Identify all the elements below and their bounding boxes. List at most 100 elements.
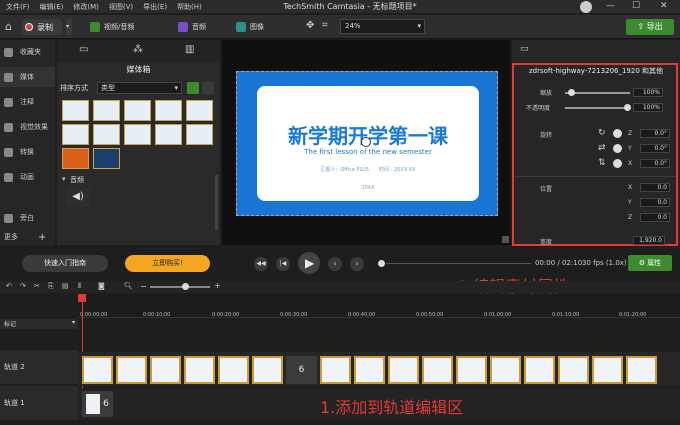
collapse-icon[interactable]: ▾	[62, 175, 66, 183]
media-thumbnail[interactable]	[124, 124, 151, 145]
media-scrollbar[interactable]	[215, 175, 218, 230]
media-thumbnail[interactable]	[62, 148, 89, 169]
clip-group[interactable]: 6	[286, 356, 317, 384]
undo-icon[interactable]: ↶	[6, 282, 12, 290]
crop-tool-icon[interactable]: ⌗	[322, 20, 328, 31]
sort-select[interactable]: 类型 ▾	[97, 82, 182, 94]
timeline-clip[interactable]	[626, 356, 657, 384]
rotate-x-value[interactable]: 0.0°	[640, 159, 670, 168]
pan-tool-icon[interactable]: ✥	[306, 20, 314, 31]
timeline-clip[interactable]	[524, 356, 555, 384]
timeline-clip[interactable]	[116, 356, 147, 384]
record-button[interactable]: 录制	[22, 19, 62, 35]
media-thumbnail[interactable]	[62, 100, 89, 121]
scrubber-track[interactable]	[386, 263, 531, 264]
media-thumbnail[interactable]	[155, 100, 182, 121]
width-value[interactable]: 1,920.0	[633, 236, 665, 245]
media-thumbnail[interactable]	[93, 100, 120, 121]
timeline-zoom-knob[interactable]	[182, 283, 189, 290]
play-button[interactable]: ▶	[298, 252, 320, 274]
close-icon[interactable]: ✕	[660, 1, 668, 11]
rotate-z-value[interactable]: 0.0°	[640, 129, 670, 138]
menu-help[interactable]: 帮助(H)	[177, 2, 202, 12]
sidebar-more-button[interactable]: 更多 +	[0, 230, 55, 244]
track-2-header[interactable]: 轨道 2	[0, 350, 78, 384]
timeline-clip[interactable]	[320, 356, 351, 384]
sidebar-item-favorites[interactable]: 收藏夹	[0, 42, 55, 62]
canvas-grid-icon[interactable]	[502, 236, 509, 243]
copy-icon[interactable]: ⎘	[48, 282, 54, 291]
books-tab-icon[interactable]: ▥	[185, 44, 194, 55]
export-button[interactable]: ⇧ 导出	[626, 19, 674, 35]
timeline-clip[interactable]	[82, 356, 113, 384]
maximize-icon[interactable]: ☐	[632, 1, 640, 11]
media-thumbnail[interactable]	[62, 124, 89, 145]
timeline-clip[interactable]	[490, 356, 521, 384]
timeline-clip[interactable]	[218, 356, 249, 384]
timeline-clip[interactable]	[184, 356, 215, 384]
scale-knob[interactable]	[568, 89, 575, 96]
grid-view-icon[interactable]	[187, 82, 199, 94]
position-y-value[interactable]: 0.0	[640, 198, 670, 207]
zoom-timeline-icon[interactable]: 🔍︎	[124, 282, 133, 290]
properties-button[interactable]: ⚙ 属性	[628, 255, 672, 271]
zoom-in-icon[interactable]: +	[214, 281, 221, 290]
scale-value[interactable]: 100%	[633, 88, 663, 97]
menu-edit[interactable]: 编辑(E)	[40, 2, 64, 12]
media-thumbnail[interactable]	[186, 100, 213, 121]
media-thumbnail[interactable]	[155, 124, 182, 145]
scrubber-knob[interactable]	[378, 260, 385, 267]
prev-frame-icon[interactable]: ‹	[328, 257, 342, 271]
rewind-icon[interactable]: |◀	[276, 257, 290, 271]
user-avatar-icon[interactable]	[580, 1, 592, 13]
snapshot-icon[interactable]: ◙	[98, 282, 105, 290]
timeline-clip[interactable]	[456, 356, 487, 384]
media-tab-icon[interactable]: ▭	[79, 44, 88, 55]
rotate-x-dial[interactable]	[613, 159, 622, 168]
sidebar-item-transitions[interactable]: 转换	[0, 142, 55, 162]
menu-view[interactable]: 视图(V)	[109, 2, 133, 12]
record-dropdown-icon[interactable]: ▾	[66, 19, 72, 35]
sidebar-item-annotations[interactable]: 注释	[0, 92, 55, 112]
position-z-value[interactable]: 0.0	[640, 213, 670, 222]
menu-modify[interactable]: 修改(M)	[73, 2, 99, 12]
cut-icon[interactable]: ✂	[34, 282, 40, 290]
media-thumbnail[interactable]	[93, 124, 120, 145]
rotate-z-dial[interactable]	[613, 129, 622, 138]
timeline-clip[interactable]	[252, 356, 283, 384]
timeline-clip[interactable]	[558, 356, 589, 384]
timeline-ruler[interactable]: 0:00:00;00 0:00:10;00 0:00:20;00 0:00:30…	[78, 294, 680, 318]
rotate-y-dial[interactable]	[613, 144, 622, 153]
track-1-header[interactable]: 轨道 1	[0, 386, 78, 420]
split-icon[interactable]: ⫴	[78, 282, 81, 291]
track-1-clip-group[interactable]: 6	[82, 391, 113, 417]
zoom-select[interactable]: 24% ▾	[340, 19, 425, 34]
minimize-icon[interactable]: —	[606, 1, 615, 11]
paste-icon[interactable]: ▤	[62, 282, 69, 290]
properties-tab-icon[interactable]: ▭	[520, 44, 529, 54]
center-handle-icon[interactable]	[361, 137, 371, 147]
library-tab-icon[interactable]: ⁂	[133, 44, 143, 55]
step-back-icon[interactable]: ◀◀	[254, 257, 268, 271]
media-thumbnail[interactable]	[186, 124, 213, 145]
home-icon[interactable]: ⌂	[5, 20, 12, 33]
media-thumbnail[interactable]	[124, 100, 151, 121]
timeline-clip[interactable]	[592, 356, 623, 384]
rotate-y-value[interactable]: 0.0°	[640, 144, 670, 153]
timeline-clip[interactable]	[150, 356, 181, 384]
position-x-value[interactable]: 0.0	[640, 183, 670, 192]
fps-select[interactable]: 30 fps (1.0x)	[582, 259, 627, 267]
audio-clip-icon[interactable]: ◀)	[66, 188, 90, 206]
buy-now-button[interactable]: 立即购买!	[125, 255, 210, 272]
timeline-clip[interactable]	[422, 356, 453, 384]
next-frame-icon[interactable]: ›	[350, 257, 364, 271]
timeline-clip[interactable]	[388, 356, 419, 384]
opacity-knob[interactable]	[624, 104, 631, 111]
quick-start-guide-button[interactable]: 快速入门指南	[22, 255, 108, 272]
sidebar-item-visual-effects[interactable]: 视觉效果	[0, 117, 55, 137]
timeline-clip[interactable]	[354, 356, 385, 384]
import-audio-button[interactable]: 音频	[178, 19, 206, 35]
sidebar-item-animations[interactable]: 动画	[0, 167, 55, 187]
import-image-button[interactable]: 图像	[236, 19, 264, 35]
sidebar-item-media[interactable]: 媒体	[0, 67, 55, 87]
